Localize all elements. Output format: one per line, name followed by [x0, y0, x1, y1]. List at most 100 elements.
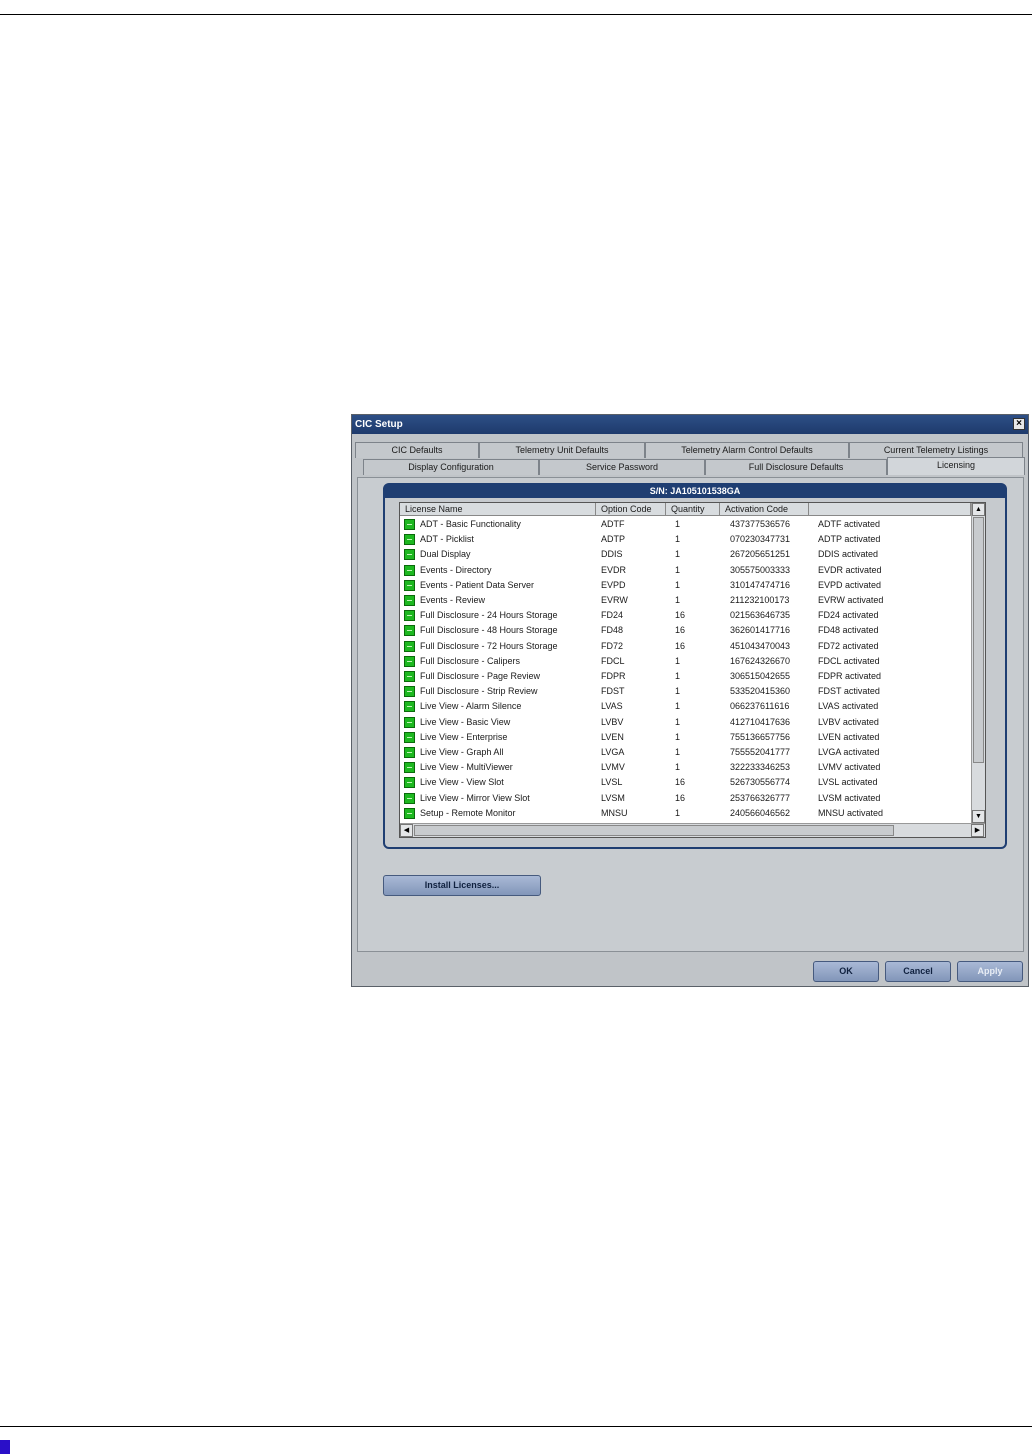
license-row[interactable]: Events - Review EVRW 1 211232100173 EVRW act… [400, 593, 985, 608]
license-group: S/N: JA105101538GA License Name Option C… [383, 483, 1007, 849]
cic-setup-dialog: CIC Setup × CIC Defaults Telemetry Unit … [351, 414, 1029, 987]
license-name-cell: ADT - Basic Functionality [420, 519, 521, 529]
option-code-cell: EVPD [601, 579, 626, 590]
option-code-cell: LVGA [601, 747, 625, 757]
license-row[interactable]: Full Disclosure - 24 Hours Storage FD24 16… [400, 608, 985, 623]
quantity-cell: 1 [675, 807, 681, 818]
license-row[interactable]: Live View - Mirror View Slot LVSM 16 253766… [400, 791, 985, 806]
arrow-right-icon[interactable]: ▶ [971, 824, 984, 837]
quantity-cell: 16 [675, 640, 686, 651]
tab-cic-defaults[interactable]: CIC Defaults [355, 442, 479, 458]
license-name-cell: Live View - Basic View [420, 716, 511, 727]
activation-code-cell: 066237611616 [730, 701, 790, 712]
check-icon [404, 655, 415, 667]
quantity-cell: 1 [675, 595, 681, 605]
option-code-cell: LVSL [601, 777, 623, 788]
tab-telemetry-unit-defaults[interactable]: Telemetry Unit Defaults [479, 442, 645, 458]
status-cell: DDIS activated [818, 549, 879, 560]
check-icon [404, 564, 415, 576]
tab-service-password[interactable]: Service Password [539, 459, 705, 475]
ok-button[interactable]: OK [813, 961, 879, 982]
license-row[interactable]: Full Disclosure - 72 Hours Storage FD72 16… [400, 639, 985, 654]
arrow-up-icon[interactable]: ▲ [972, 503, 985, 516]
license-row[interactable]: Live View - Enterprise LVEN 1 755136657756 L… [400, 730, 985, 745]
option-code-cell: MNSU [601, 807, 628, 818]
license-row[interactable]: ADT - Picklist ADTP 1 070230347731 ADTP acti… [400, 532, 985, 547]
license-row[interactable]: Setup - Remote Monitor MNSU 1 240566046562 M… [400, 806, 985, 821]
license-row[interactable]: Live View - MultiViewer LVMV 1 322233346253… [400, 760, 985, 775]
activation-code-cell: 533520415360 [730, 686, 791, 697]
license-name-cell: Events - Patient Data Server [420, 579, 535, 590]
activation-code-cell: 306515042655 [730, 671, 791, 681]
option-code-cell: LVBV [601, 716, 624, 727]
license-row[interactable]: Full Disclosure - Strip Review FDST 1 53352… [400, 684, 985, 699]
tab-full-disclosure-defaults[interactable]: Full Disclosure Defaults [705, 459, 887, 475]
vertical-scroll-thumb[interactable] [973, 517, 984, 763]
vertical-scrollbar[interactable]: ▲ ▼ [971, 503, 985, 823]
license-row[interactable]: Live View - Alarm Silence LVAS 1 0662376116… [400, 699, 985, 714]
quantity-cell: 1 [675, 549, 681, 560]
license-row[interactable]: ADT - Basic Functionality ADTF 1 4373775365… [400, 517, 985, 532]
check-icon [404, 686, 415, 698]
arrow-down-icon[interactable]: ▼ [972, 810, 985, 823]
activation-code-cell: 362601417716 [730, 625, 791, 636]
tab-licensing[interactable]: Licensing [887, 457, 1025, 475]
tab-current-telemetry-listings[interactable]: Current Telemetry Listings [849, 442, 1023, 458]
quantity-cell: 16 [675, 777, 686, 788]
apply-button[interactable]: Apply [957, 961, 1023, 982]
close-icon[interactable]: × [1013, 418, 1025, 430]
option-code-cell: FDPR [601, 671, 626, 681]
column-option-code[interactable]: Option Code [596, 503, 666, 516]
license-row[interactable]: Full Disclosure - 48 Hours Storage FD48 16… [400, 623, 985, 638]
status-cell: EVPD activated [818, 579, 882, 590]
check-icon [404, 595, 415, 606]
quantity-cell: 16 [675, 792, 686, 803]
license-row[interactable]: Dual Display DDIS 1 267205651251 DDIS activa… [400, 547, 985, 562]
horizontal-scroll-thumb[interactable] [414, 825, 894, 836]
activation-code-cell: 310147474716 [730, 579, 791, 590]
cancel-button[interactable]: Cancel [885, 961, 951, 982]
license-name-cell: Live View - Graph All [420, 747, 504, 757]
activation-code-cell: 070230347731 [730, 534, 791, 545]
license-row[interactable]: Events - Patient Data Server EVPD 1 3101474… [400, 578, 985, 593]
activation-code-cell: 305575003333 [730, 564, 791, 575]
option-code-cell: FDST [601, 686, 625, 697]
license-name-cell: Live View - Enterprise [420, 731, 508, 742]
status-cell: LVSM activated [818, 792, 881, 803]
activation-code-cell: 412710417636 [730, 716, 791, 727]
option-code-cell: EVRW [601, 595, 628, 605]
horizontal-scrollbar[interactable]: ◀ ▶ [400, 823, 985, 837]
arrow-left-icon[interactable]: ◀ [400, 824, 413, 837]
activation-code-cell: 253766326777 [730, 792, 791, 803]
license-list[interactable]: License Name Option Code Quantity Activa… [399, 502, 986, 838]
license-row[interactable]: Live View - Graph All LVGA 1 755552041777 LV… [400, 745, 985, 760]
license-row[interactable]: Events - Directory EVDR 1 305575003333 EVDR … [400, 563, 985, 578]
page-corner-mark [0, 1440, 10, 1454]
quantity-cell: 1 [675, 747, 681, 757]
column-status[interactable] [809, 503, 971, 516]
status-cell: LVAS activated [818, 701, 879, 712]
license-row[interactable]: Live View - Basic View LVBV 1 412710417636 L… [400, 715, 985, 730]
license-row[interactable]: Full Disclosure - Page Review FDPR 1 306515… [400, 669, 985, 684]
license-name-cell: Live View - View Slot [420, 777, 504, 788]
dialog-titlebar: CIC Setup × [352, 415, 1028, 434]
activation-code-cell: 755552041777 [730, 747, 791, 757]
column-quantity[interactable]: Quantity [666, 503, 720, 516]
install-licenses-button[interactable]: Install Licenses... [383, 875, 541, 896]
license-row[interactable]: Live View - View Slot LVSL 16 526730556774 L… [400, 775, 985, 790]
license-row[interactable]: Full Disclosure - Calipers FDCL 1 167624326… [400, 654, 985, 669]
option-code-cell: FD48 [601, 625, 624, 636]
activation-code-cell: 322233346253 [730, 762, 791, 773]
check-icon [404, 777, 415, 789]
activation-code-cell: 526730556774 [730, 777, 791, 788]
license-name-cell: Full Disclosure - 72 Hours Storage [420, 640, 558, 651]
quantity-cell: 1 [675, 701, 681, 712]
column-activation-code[interactable]: Activation Code [720, 503, 809, 516]
quantity-cell: 1 [675, 671, 681, 681]
status-cell: EVRW activated [818, 595, 884, 605]
column-license-name[interactable]: License Name [400, 503, 596, 516]
quantity-cell: 1 [675, 564, 681, 575]
tab-telemetry-alarm-control-defaults[interactable]: Telemetry Alarm Control Defaults [645, 442, 849, 458]
check-icon [404, 549, 415, 561]
tab-display-configuration[interactable]: Display Configuration [363, 459, 539, 475]
